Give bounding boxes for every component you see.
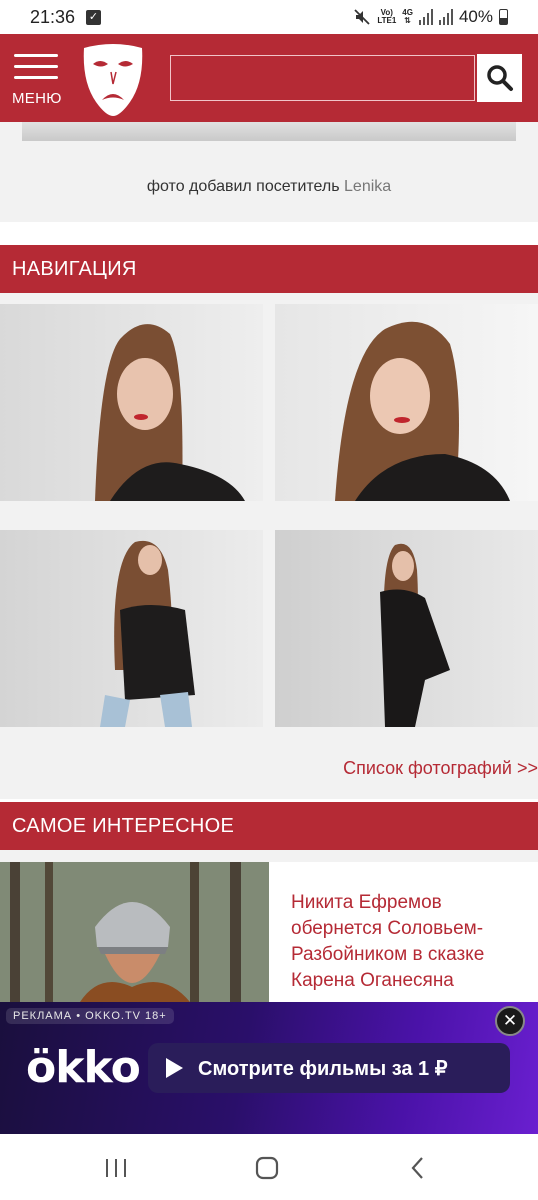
menu-icon-line-3 — [14, 76, 58, 79]
ad-logo: ökko — [26, 1042, 141, 1093]
photo-list-link[interactable]: Список фотографий >> — [343, 758, 538, 779]
main-photo[interactable] — [22, 122, 516, 141]
photo-thumb-1[interactable] — [0, 304, 263, 501]
battery-icon — [499, 9, 508, 25]
system-nav-bar — [0, 1134, 538, 1200]
signal-icon-2 — [438, 9, 453, 25]
navigation-header: НАВИГАЦИЯ — [0, 245, 538, 293]
ad-label: РЕКЛАМА • OKKO.TV 18+ — [6, 1008, 174, 1024]
mute-icon — [354, 9, 370, 25]
photo-thumb-4[interactable] — [275, 530, 538, 744]
data-arrows-icon: ⇅ — [404, 16, 411, 25]
theater-mask-logo[interactable] — [80, 42, 146, 116]
check-icon: ✓ — [86, 10, 101, 25]
search-button[interactable] — [477, 54, 522, 102]
photo-thumb-3[interactable] — [0, 530, 263, 744]
news-title-link[interactable]: Никита Ефремов обернется Соловьем-Разбой… — [291, 890, 529, 994]
play-icon — [166, 1058, 183, 1078]
status-bar: 21:36 ✓ Vo) LTE1 4G ⇅ 40% — [0, 0, 538, 34]
ad-cta-button[interactable]: Смотрите фильмы за 1 ₽ — [148, 1043, 510, 1093]
back-icon[interactable] — [403, 1154, 433, 1182]
photo-thumb-2[interactable] — [275, 304, 538, 501]
ad-close-button[interactable]: ✕ — [495, 1006, 525, 1036]
interesting-header: САМОЕ ИНТЕРЕСНОЕ — [0, 802, 538, 850]
search-input[interactable] — [170, 55, 475, 101]
navigation-title: НАВИГАЦИЯ — [12, 258, 137, 280]
ad-cta-label: Смотрите фильмы за 1 ₽ — [198, 1058, 448, 1080]
news-card: Никита Ефремов обернется Соловьем-Разбой… — [269, 862, 538, 1002]
photo-credit-prefix: фото добавил посетитель — [146, 178, 340, 195]
home-icon[interactable] — [252, 1154, 282, 1182]
signal-icon — [418, 9, 433, 25]
photo-gallery: Список фотографий >> — [0, 293, 538, 799]
menu-button[interactable]: МЕНЮ — [12, 52, 62, 112]
menu-icon-line-1 — [14, 54, 58, 57]
search-icon — [487, 65, 513, 91]
status-time: 21:36 — [30, 7, 76, 27]
menu-label: МЕНЮ — [12, 90, 62, 107]
volte-bottom: LTE1 — [377, 16, 397, 25]
photo-credit-user-link[interactable]: Lenika — [344, 178, 391, 195]
ad-banner[interactable]: РЕКЛАМА • OKKO.TV 18+ ✕ ökko Смотрите фи… — [0, 1002, 538, 1134]
site-header: МЕНЮ — [0, 34, 538, 122]
status-indicators: Vo) LTE1 4G ⇅ 40% — [353, 7, 508, 27]
photo-credit: фото добавил посетитель Lenika — [0, 178, 538, 196]
main-photo-area: фото добавил посетитель Lenika — [0, 122, 538, 222]
recent-apps-icon[interactable] — [101, 1154, 131, 1182]
volte-indicator: Vo) LTE1 — [377, 9, 396, 25]
interesting-title: САМОЕ ИНТЕРЕСНОЕ — [12, 815, 235, 837]
battery-percent: 40% — [458, 7, 493, 26]
network-indicator: 4G ⇅ — [402, 9, 413, 25]
interesting-section: Никита Ефремов обернется Соловьем-Разбой… — [0, 850, 538, 1002]
menu-icon-line-2 — [14, 65, 58, 68]
news-image[interactable] — [0, 862, 269, 1002]
